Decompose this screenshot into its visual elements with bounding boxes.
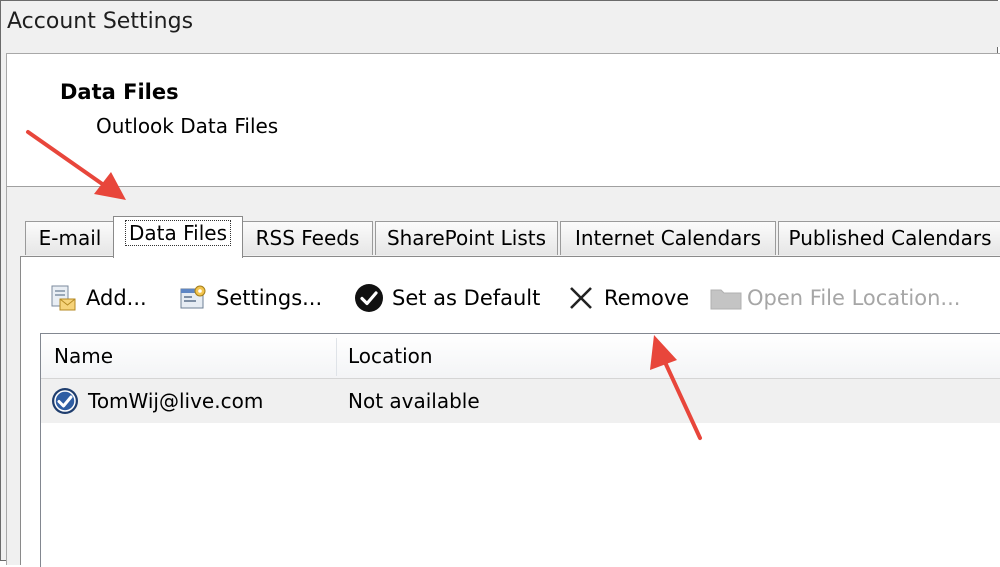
section-title: Data Files — [60, 80, 179, 104]
tab-sharepoint-lists[interactable]: SharePoint Lists — [375, 221, 558, 255]
tab-sharepoint-lists-label: SharePoint Lists — [386, 226, 547, 250]
checkmark-circle-icon — [354, 283, 384, 313]
close-x-icon — [566, 283, 596, 313]
tab-rss-feeds[interactable]: RSS Feeds — [242, 221, 373, 255]
open-file-location-label: Open File Location... — [747, 286, 961, 310]
data-files-panel: Add... Settings... Set as Default Remove… — [20, 256, 1000, 567]
open-file-location-button[interactable]: Open File Location... — [709, 281, 960, 315]
add-label: Add... — [86, 286, 147, 310]
column-header-location[interactable]: Location — [348, 334, 433, 378]
tab-internet-calendars-label: Internet Calendars — [574, 226, 762, 250]
dialog-header: Data Files Outlook Data Files — [7, 54, 1000, 187]
remove-button[interactable]: Remove — [566, 281, 689, 315]
dialog-client-area: Data Files Outlook Data Files E-mail Dat… — [6, 53, 1000, 567]
folder-icon — [709, 283, 742, 313]
set-as-default-label: Set as Default — [392, 286, 541, 310]
account-settings-window: Account Settings Data Files Outlook Data… — [0, 0, 1000, 567]
settings-icon — [178, 283, 208, 313]
add-button[interactable]: Add... — [48, 281, 147, 315]
settings-button[interactable]: Settings... — [178, 281, 322, 315]
table-row[interactable]: TomWij@live.com Not available — [41, 379, 1000, 423]
window-title: Account Settings — [7, 9, 194, 34]
column-separator[interactable] — [336, 338, 337, 376]
data-file-name: TomWij@live.com — [88, 389, 264, 413]
add-data-file-icon — [48, 283, 78, 313]
tab-rss-feeds-label: RSS Feeds — [255, 226, 360, 250]
section-subtitle: Outlook Data Files — [96, 114, 279, 138]
tab-data-files-label: Data Files — [125, 220, 231, 246]
list-header: Name Location — [41, 334, 1000, 379]
settings-label: Settings... — [216, 286, 323, 310]
title-bar[interactable]: Account Settings — [1, 1, 1000, 47]
tab-published-calendars-label: Published Calendars — [788, 226, 992, 250]
tab-data-files[interactable]: Data Files — [113, 216, 243, 258]
tab-internet-calendars[interactable]: Internet Calendars — [560, 221, 776, 255]
tab-published-calendars[interactable]: Published Calendars — [778, 221, 1000, 255]
tab-email[interactable]: E-mail — [25, 221, 115, 255]
tab-email-label: E-mail — [38, 226, 102, 250]
default-account-check-icon — [51, 387, 79, 415]
toolbar: Add... Settings... Set as Default Remove… — [21, 281, 1000, 315]
remove-label: Remove — [604, 286, 690, 310]
tab-area: E-mail Data Files RSS Feeds SharePoint L… — [7, 187, 1000, 567]
set-as-default-button[interactable]: Set as Default — [354, 281, 540, 315]
data-file-location: Not available — [348, 389, 480, 413]
column-header-name[interactable]: Name — [54, 334, 113, 378]
data-files-list[interactable]: Name Location TomWij@live.com Not availa… — [40, 333, 1000, 567]
